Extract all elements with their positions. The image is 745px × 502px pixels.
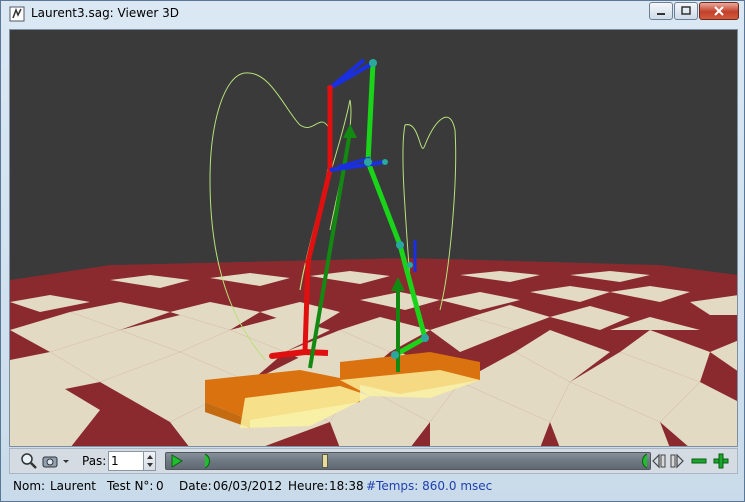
- dropdown-arrow-icon: [63, 460, 69, 463]
- app-icon: [9, 6, 25, 22]
- checkered-floor: [10, 258, 737, 446]
- date-label: Date:: [179, 479, 212, 493]
- title-bar: Laurent3.sag: Viewer 3D: [1, 1, 744, 25]
- viewer-window: Laurent3.sag: Viewer 3D Pas: 1 Nom: Laur…: [0, 0, 745, 502]
- pas-input[interactable]: [111, 453, 141, 469]
- timeline-slider[interactable]: [165, 452, 651, 470]
- window-title: Laurent3.sag: Viewer 3D: [31, 6, 180, 20]
- step-back-button[interactable]: [650, 452, 668, 470]
- step-forward-icon: [670, 453, 684, 469]
- camera-icon: [42, 456, 58, 468]
- minimize-icon: [657, 13, 665, 15]
- close-icon: [714, 6, 724, 16]
- pas-stepper[interactable]: [108, 451, 156, 471]
- scene-render: [10, 30, 737, 446]
- zoom-in-button[interactable]: [712, 452, 730, 470]
- date-value: 06/03/2012: [213, 479, 283, 493]
- step-back-icon: [652, 453, 666, 469]
- maximize-button[interactable]: [674, 2, 698, 20]
- playback-toolbar: Pas:: [9, 448, 738, 474]
- zoom-button[interactable]: [20, 452, 38, 470]
- test-value: 0: [156, 479, 164, 493]
- nom-value: Laurent: [50, 479, 97, 493]
- range-start-marker: [204, 453, 210, 469]
- maximize-icon: [681, 6, 691, 15]
- spin-arrows-icon: [147, 455, 153, 467]
- timeline-thumb[interactable]: [322, 454, 329, 468]
- close-button[interactable]: [699, 2, 739, 20]
- nom-label: Nom:: [13, 479, 46, 493]
- pas-spin-buttons[interactable]: [143, 452, 155, 470]
- status-bar: Nom: Laurent Test N°: 0 Date: 06/03/2012…: [9, 475, 738, 497]
- play-icon: [171, 454, 183, 468]
- range-end-marker: [642, 453, 648, 469]
- zoom-icon: [21, 453, 37, 469]
- temps-readout: #Temps: 860.0 msec: [366, 479, 493, 493]
- zoom-out-button[interactable]: [690, 452, 708, 470]
- test-label: Test N°:: [107, 479, 154, 493]
- 3d-viewport[interactable]: [9, 29, 738, 447]
- camera-button[interactable]: [42, 452, 70, 470]
- pas-label: Pas:: [82, 454, 107, 468]
- minus-icon: [691, 458, 707, 464]
- heure-label: Heure:: [288, 479, 329, 493]
- heure-value: 18:38: [329, 479, 364, 493]
- plus-icon: [713, 453, 729, 469]
- step-forward-button[interactable]: [668, 452, 686, 470]
- minimize-button[interactable]: [649, 2, 673, 20]
